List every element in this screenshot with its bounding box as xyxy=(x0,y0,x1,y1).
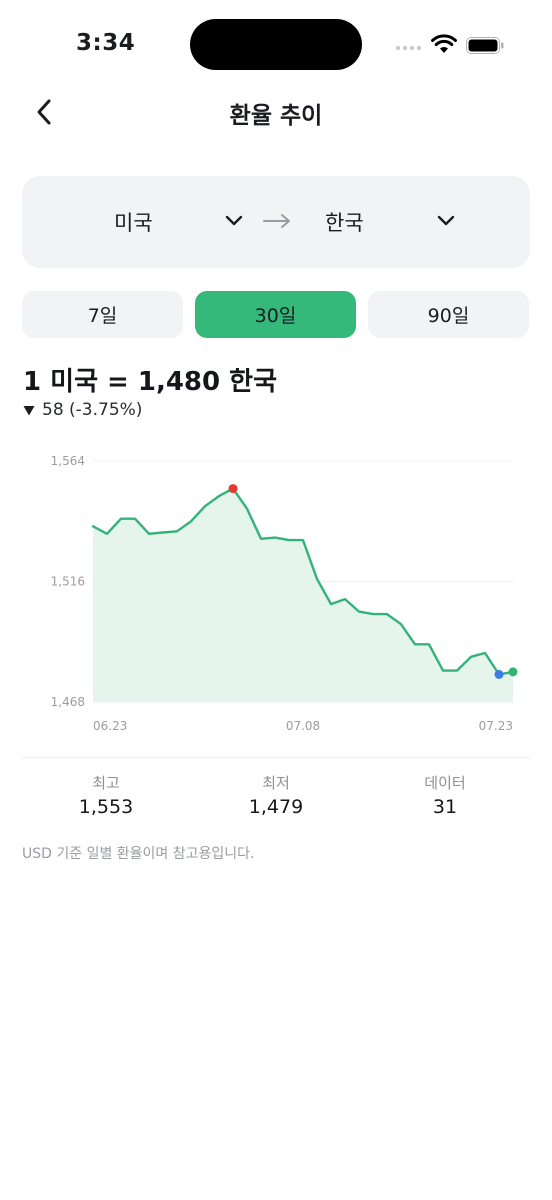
tab-30-days[interactable]: 30일 xyxy=(195,291,356,338)
x-tick-label: 06.23 xyxy=(93,719,127,733)
tab-7-days[interactable]: 7일 xyxy=(22,291,183,338)
currency-selector: 미국 한국 xyxy=(22,176,530,268)
battery-icon xyxy=(466,37,504,54)
exchange-rate-summary: 1 미국 = 1,480 한국 xyxy=(23,367,278,397)
chevron-down-icon xyxy=(437,215,455,226)
to-currency-label: 한국 xyxy=(325,211,364,235)
to-currency-select[interactable]: 한국 xyxy=(322,198,462,246)
min-point-marker xyxy=(494,669,504,679)
x-tick-label: 07.08 xyxy=(286,719,320,733)
stat-high: 최고 1,553 xyxy=(31,772,181,820)
arrow-right-icon xyxy=(263,214,290,228)
rate-change: 58 (-3.75%) xyxy=(23,400,142,420)
max-point-marker xyxy=(228,484,238,494)
rate-change-value: 58 (-3.75%) xyxy=(42,400,143,420)
stat-count-value: 31 xyxy=(432,796,458,818)
status-bar: 3:34 xyxy=(0,0,552,90)
stat-count-label: 데이터 xyxy=(424,774,466,792)
y-tick-label: 1,468 xyxy=(51,695,85,709)
divider xyxy=(22,757,530,758)
page-title: 환율 추이 xyxy=(229,103,323,129)
footnote: USD 기준 일별 환율이며 참고용입니다. xyxy=(22,846,255,862)
exchange-rate-chart: 1,564 1,516 1,468 06.23 07.08 07.23 xyxy=(51,454,518,733)
tab-90-days[interactable]: 90일 xyxy=(368,291,529,338)
stat-low-value: 1,479 xyxy=(248,796,304,818)
stat-low: 최저 1,479 xyxy=(201,772,351,820)
from-currency-label: 미국 xyxy=(114,211,153,235)
cellular-signal-icon xyxy=(396,46,421,50)
dynamic-island xyxy=(190,19,362,70)
down-triangle-icon xyxy=(23,405,35,415)
status-time: 3:34 xyxy=(76,30,136,56)
y-tick-label: 1,564 xyxy=(51,454,85,468)
last-point-marker xyxy=(508,667,518,677)
stat-high-value: 1,553 xyxy=(78,796,134,818)
wifi-icon xyxy=(431,34,457,53)
chevron-down-icon xyxy=(225,215,243,226)
stat-low-label: 최저 xyxy=(262,774,290,792)
x-tick-label: 07.23 xyxy=(479,719,513,733)
stat-high-label: 최고 xyxy=(92,774,120,792)
from-currency-select[interactable]: 미국 xyxy=(112,198,252,246)
stat-data-count: 데이터 31 xyxy=(370,772,520,820)
y-tick-label: 1,516 xyxy=(51,575,85,589)
